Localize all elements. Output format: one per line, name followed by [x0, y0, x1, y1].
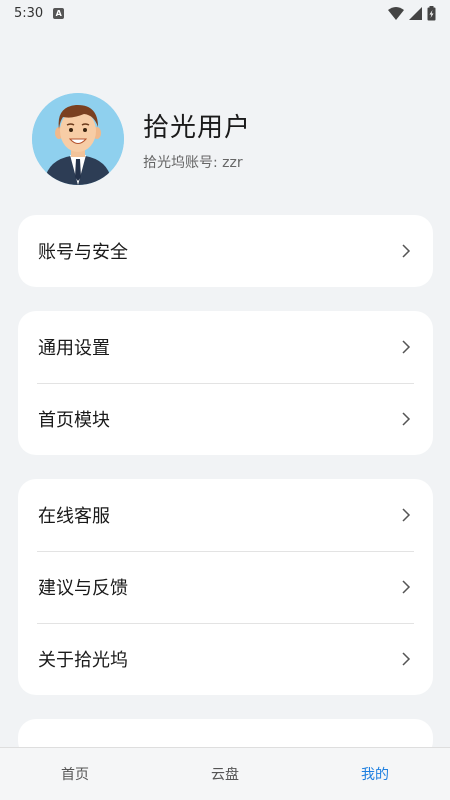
user-account: 拾光坞账号: zzr — [143, 154, 243, 171]
chevron-right-icon — [402, 244, 411, 258]
man-avatar-icon — [32, 93, 124, 185]
nav-tab-mine[interactable]: 我的 — [300, 748, 450, 800]
menu-item-general-settings[interactable]: 通用设置 — [18, 311, 433, 383]
avatar[interactable] — [32, 93, 124, 185]
status-bar: 5:30 A — [0, 0, 450, 26]
menu-item-label: 建议与反馈 — [38, 578, 128, 599]
status-time: 5:30 — [14, 5, 44, 21]
chevron-right-icon — [402, 652, 411, 666]
menu-item-label: 通用设置 — [38, 338, 110, 359]
menu-item-label: 在线客服 — [38, 506, 110, 527]
settings-card-account: 账号与安全 — [18, 215, 433, 287]
status-right — [388, 5, 436, 21]
wifi-icon — [388, 6, 404, 20]
menu-item-about[interactable]: 关于拾光坞 — [18, 623, 433, 695]
chevron-right-icon — [402, 508, 411, 522]
menu-item-home-modules[interactable]: 首页模块 — [18, 383, 433, 455]
chevron-right-icon — [402, 580, 411, 594]
menu-item-label: 关于拾光坞 — [38, 650, 128, 671]
battery-icon — [427, 5, 436, 20]
nav-tab-home[interactable]: 首页 — [0, 748, 150, 800]
menu-item-online-service[interactable]: 在线客服 — [18, 479, 433, 551]
user-name: 拾光用户 — [143, 112, 252, 143]
chevron-right-icon — [402, 412, 411, 426]
a-icon: A — [53, 7, 65, 19]
menu-item-label: 首页模块 — [38, 410, 110, 431]
menu-item-account-security[interactable]: 账号与安全 — [18, 215, 433, 287]
profile-header[interactable]: 拾光用户 拾光坞账号: zzr — [32, 93, 251, 185]
profile-text: 拾光用户 拾光坞账号: zzr — [143, 107, 251, 172]
bottom-nav: 首页 云盘 我的 — [0, 747, 450, 800]
settings-card-support: 在线客服 建议与反馈 关于拾光坞 — [18, 479, 433, 695]
status-left: 5:30 A — [14, 5, 65, 21]
menu-item-feedback[interactable]: 建议与反馈 — [18, 551, 433, 623]
chevron-right-icon — [402, 340, 411, 354]
menu-item-label: 账号与安全 — [38, 242, 128, 263]
signal-icon — [409, 6, 422, 20]
settings-card-general: 通用设置 首页模块 — [18, 311, 433, 455]
nav-tab-cloud[interactable]: 云盘 — [150, 748, 300, 800]
